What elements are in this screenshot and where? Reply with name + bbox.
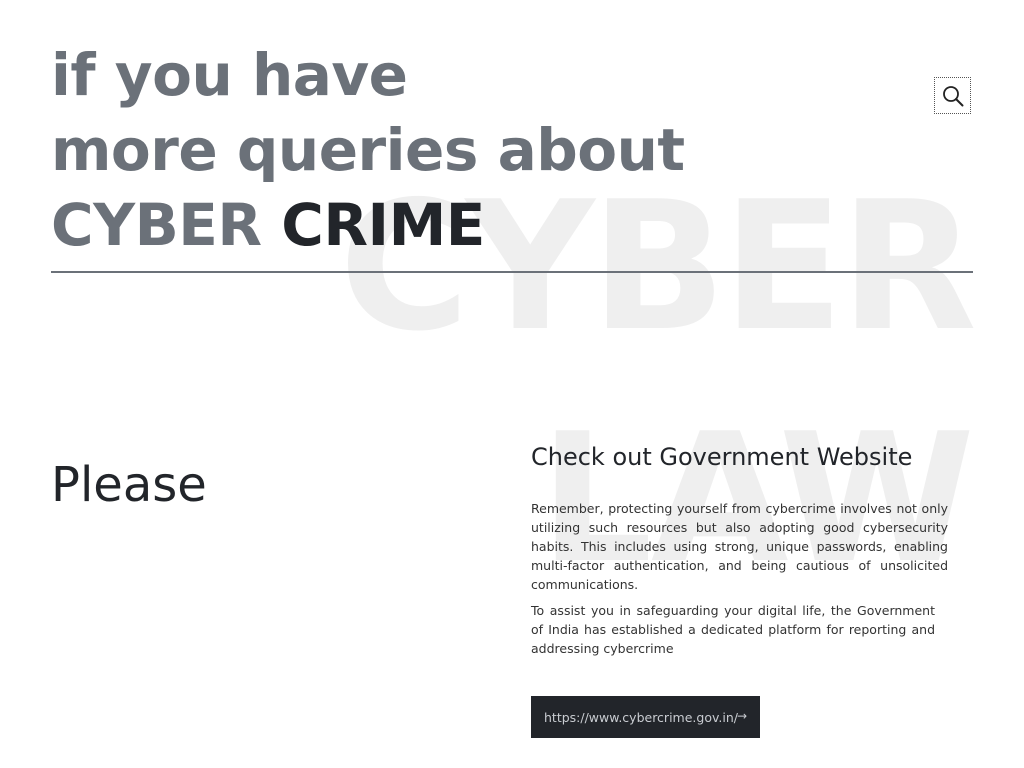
cybercrime-portal-link-label: https://www.cybercrime.gov.in/ <box>544 709 738 725</box>
heading-line-2: more queries about <box>51 116 685 184</box>
government-website-title: Check out Government Website <box>531 443 913 471</box>
heading-crime: CRIME <box>281 191 485 259</box>
heading-line-3: CYBER CRIME <box>51 188 685 263</box>
search-button[interactable] <box>934 77 971 114</box>
please-heading: Please <box>51 457 207 513</box>
heading-line-1: if you have <box>51 41 408 109</box>
arrow-right-icon: → <box>736 709 747 723</box>
cybercrime-portal-link[interactable]: https://www.cybercrime.gov.in/ → <box>531 696 760 738</box>
heading-cyber: CYBER <box>51 191 262 259</box>
heading-divider <box>51 271 973 273</box>
page-heading: if you have more queries about CYBER CRI… <box>51 38 685 263</box>
search-icon <box>942 85 963 106</box>
cyber-habits-paragraph: Remember, protecting yourself from cyber… <box>531 501 948 592</box>
government-platform-paragraph: To assist you in safeguarding your digit… <box>531 603 935 656</box>
